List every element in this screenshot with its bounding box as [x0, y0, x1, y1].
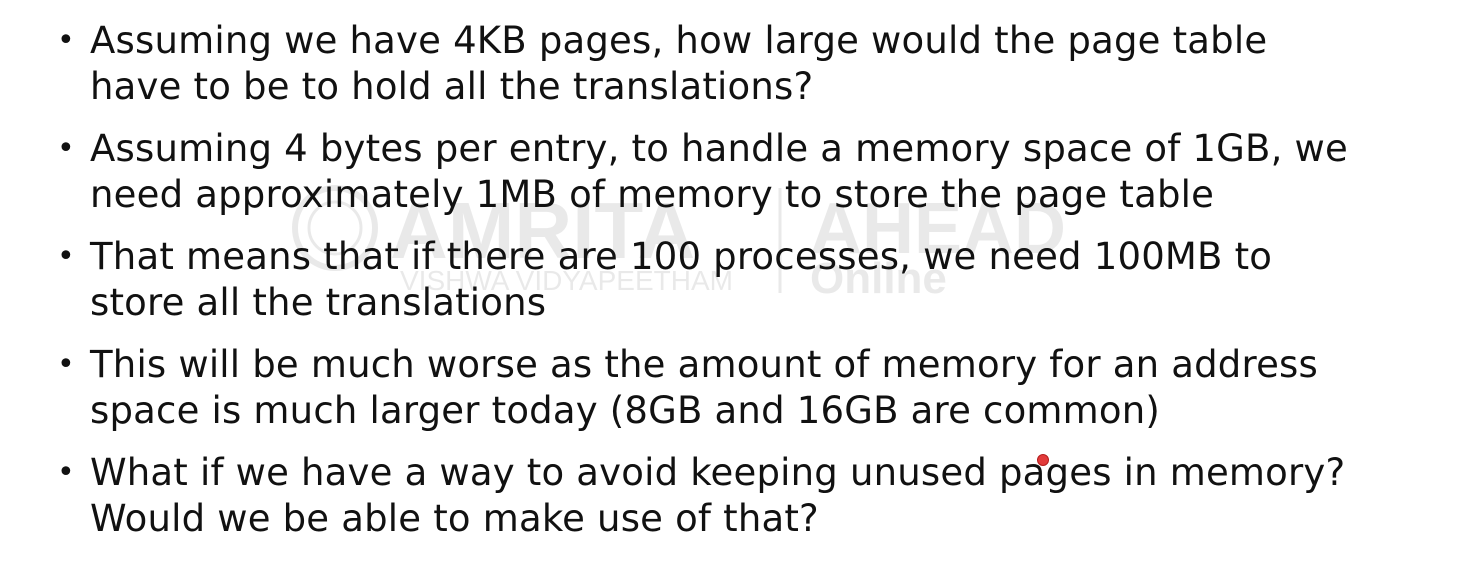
- bullet-dot-icon: •: [57, 347, 75, 382]
- bullet-3-line-1: That means that if there are 100 process…: [90, 235, 1273, 278]
- bullet-5-line-2: Would we be able to make use of that?: [90, 497, 819, 540]
- bullet-2-line-1: Assuming 4 bytes per entry, to handle a …: [90, 127, 1348, 170]
- bullet-4-line-1: This will be much worse as the amount of…: [90, 343, 1318, 386]
- bullet-item-2: • Assuming 4 bytes per entry, to handle …: [56, 126, 1456, 218]
- bullet-1-line-2: have to be to hold all the translations?: [90, 65, 814, 108]
- bullet-dot-icon: •: [57, 455, 75, 490]
- slide: AMRITA VISHWA VIDYAPEETHAM AHEAD Online …: [0, 0, 1483, 562]
- bullet-dot-icon: •: [57, 239, 75, 274]
- bullet-item-5: • What if we have a way to avoid keeping…: [56, 450, 1456, 542]
- bullet-4-line-2: space is much larger today (8GB and 16GB…: [90, 389, 1161, 432]
- bullet-2-line-2: need approximately 1MB of memory to stor…: [90, 173, 1215, 216]
- bullet-dot-icon: •: [57, 23, 75, 58]
- laser-pointer-icon: [1037, 454, 1049, 466]
- bullet-list: • Assuming we have 4KB pages, how large …: [56, 18, 1456, 558]
- bullet-5-line-1: What if we have a way to avoid keeping u…: [90, 451, 1346, 494]
- bullet-3-line-2: store all the translations: [90, 281, 547, 324]
- bullet-item-4: • This will be much worse as the amount …: [56, 342, 1456, 434]
- bullet-dot-icon: •: [57, 131, 75, 166]
- bullet-1-line-1: Assuming we have 4KB pages, how large wo…: [90, 19, 1268, 62]
- bullet-item-3: • That means that if there are 100 proce…: [56, 234, 1456, 326]
- bullet-item-1: • Assuming we have 4KB pages, how large …: [56, 18, 1456, 110]
